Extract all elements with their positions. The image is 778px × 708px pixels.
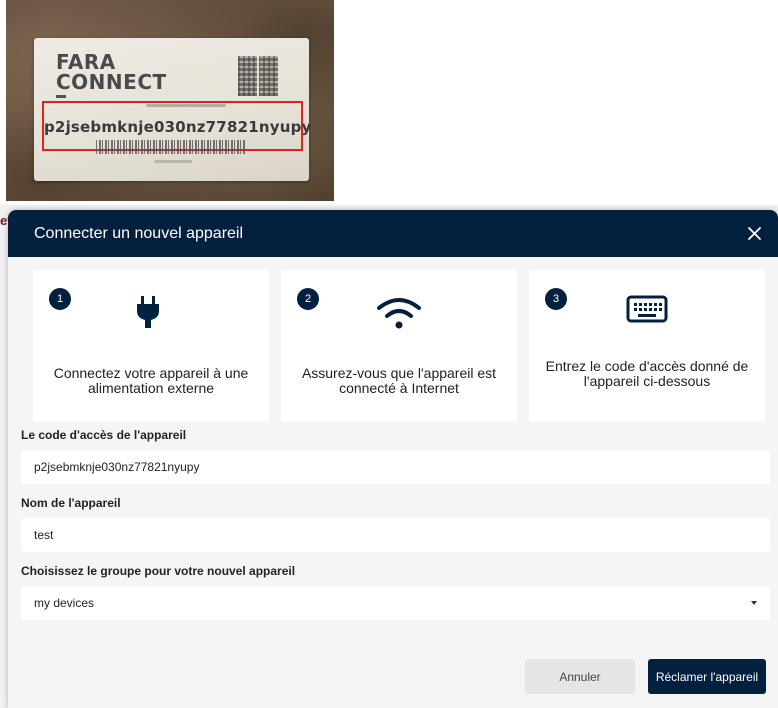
step-card-3: 3 Entrez le code d'accès donné de l'appa… [529, 270, 765, 422]
cancel-button[interactable]: Annuler [525, 659, 635, 694]
device-name-label: Nom de l'appareil [21, 496, 121, 510]
close-icon [747, 227, 761, 240]
connect-device-modal: Connecter un nouvel appareil 1 Connectez… [8, 210, 778, 708]
device-form: Le code d'accès de l'appareil p2jsebmknj… [21, 428, 770, 632]
label-access-code: p2jsebmknje030nz77821nyupy [44, 118, 312, 136]
wifi-icon [377, 298, 421, 329]
step-number-3: 3 [545, 288, 567, 310]
plug-icon [137, 296, 159, 328]
step-text-3: Entrez le code d'accès donné de l'appare… [545, 358, 749, 389]
access-code-value: p2jsebmknje030nz77821nyupy [34, 460, 200, 474]
claim-device-button[interactable]: Réclamer l'appareil [648, 659, 766, 694]
device-name-value: test [34, 528, 54, 542]
chevron-down-icon [751, 601, 757, 605]
barcode [96, 140, 246, 154]
modal-title: Connecter un nouvel appareil [34, 224, 244, 242]
close-button[interactable] [742, 222, 766, 246]
small-print-2 [154, 160, 192, 163]
step-card-2: 2 Assurez-vous que l'appareil est connec… [281, 270, 517, 422]
access-code-input[interactable]: p2jsebmknje030nz77821nyupy [21, 450, 770, 484]
step-card-1: 1 Connectez votre appareil à une aliment… [33, 270, 269, 422]
setup-steps: 1 Connectez votre appareil à une aliment… [33, 270, 773, 422]
keyboard-icon [626, 295, 668, 323]
modal-header: Connecter un nouvel appareil [8, 210, 778, 257]
brand-logo: FARA CONNECT [56, 50, 167, 94]
device-label-photo: FARA CONNECT p2jsebmknje030nz77821nyupy [6, 0, 334, 201]
qr-code [238, 56, 278, 96]
device-name-input[interactable]: test [21, 518, 770, 552]
logo-dash [56, 95, 66, 98]
group-selected-value: my devices [34, 596, 95, 610]
step-text-2: Assurez-vous que l'appareil est connecté… [301, 365, 497, 396]
access-code-label: Le code d'accès de l'appareil [21, 428, 187, 442]
step-number-2: 2 [297, 288, 319, 310]
group-label: Choisissez le groupe pour votre nouvel a… [21, 564, 296, 578]
device-sticker: FARA CONNECT p2jsebmknje030nz77821nyupy [34, 38, 312, 181]
step-text-1: Connectez votre appareil à une alimentat… [53, 365, 249, 396]
group-select[interactable]: my devices [21, 586, 770, 620]
step-number-1: 1 [49, 288, 71, 310]
